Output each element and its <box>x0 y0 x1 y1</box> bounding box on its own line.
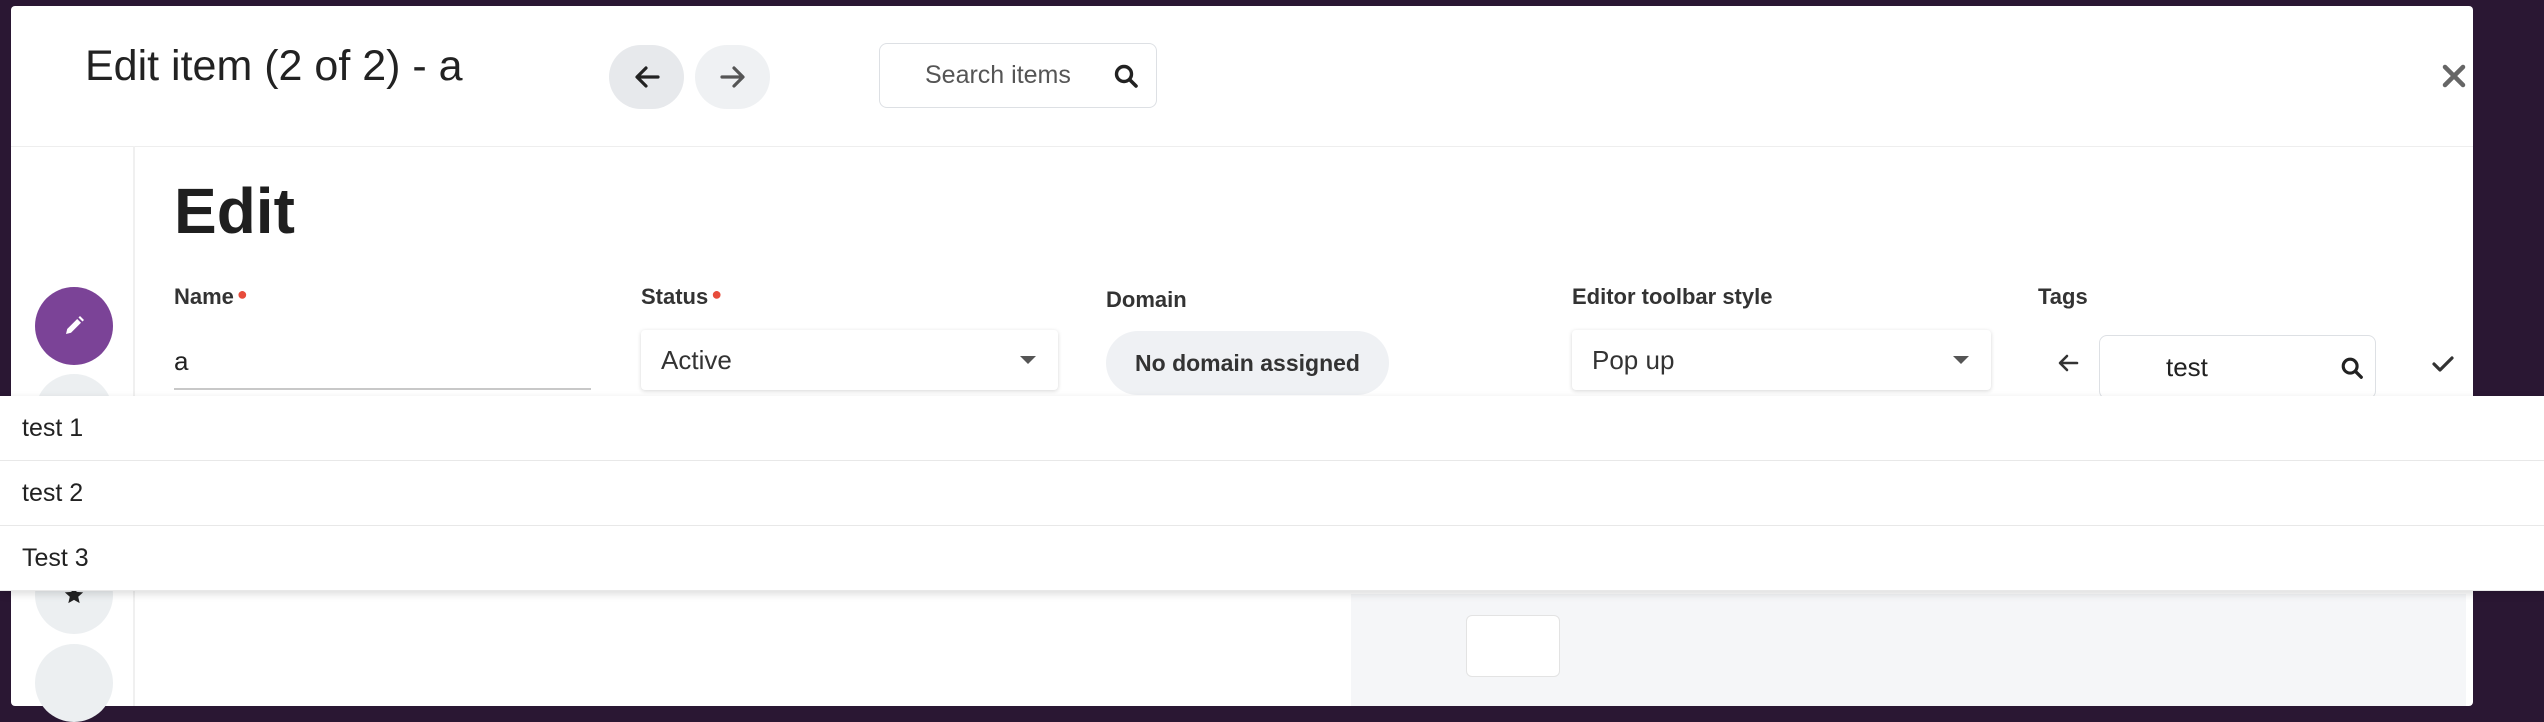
edit-tab-button[interactable] <box>35 287 113 365</box>
caret-down-icon <box>1020 356 1036 364</box>
tags-search-box <box>2099 335 2376 399</box>
search-icon[interactable] <box>2340 356 2364 380</box>
tag-suggestion-option[interactable]: Test 3 <box>0 526 2544 591</box>
status-selected-value: Active <box>661 345 732 375</box>
status-label-text: Status <box>641 284 709 309</box>
toolbar-style-select[interactable]: Pop up <box>1572 330 1991 390</box>
domain-button[interactable]: No domain assigned <box>1106 331 1389 395</box>
content-card <box>1466 615 1560 677</box>
checkmark-icon[interactable] <box>2431 354 2455 374</box>
edit-item-modal: Edit item (2 of 2) - a Search items Edit… <box>11 6 2473 722</box>
modal-title: Edit item (2 of 2) - a <box>85 42 463 90</box>
section-title: Edit <box>174 175 295 247</box>
search-items-box <box>879 43 1157 108</box>
modal-header: Edit item (2 of 2) - a <box>11 6 2473 147</box>
search-items-input[interactable] <box>880 44 1110 107</box>
required-marker: ● <box>236 284 248 304</box>
toolbar-style-selected-value: Pop up <box>1592 345 1675 375</box>
name-input[interactable] <box>174 334 591 390</box>
arrow-left-icon[interactable] <box>2057 353 2079 373</box>
rail-button[interactable] <box>35 644 113 722</box>
arrow-right-icon <box>719 66 745 88</box>
required-marker: ● <box>711 284 723 304</box>
name-label: Name ● <box>174 284 248 310</box>
status-select[interactable]: Active <box>641 330 1058 390</box>
previous-item-button[interactable] <box>609 45 684 109</box>
tags-search-input[interactable] <box>2100 336 2340 398</box>
name-label-text: Name <box>174 284 234 309</box>
tag-suggestion-option[interactable]: test 2 <box>0 461 2544 526</box>
tag-suggestion-option[interactable]: test 1 <box>0 396 2544 461</box>
tag-suggestions-dropdown: test 1 test 2 Test 3 <box>0 396 2544 591</box>
domain-label: Domain <box>1106 287 1187 312</box>
close-icon[interactable] <box>2438 60 2470 92</box>
arrow-left-icon <box>634 66 660 88</box>
toolbar-style-label: Editor toolbar style <box>1572 284 1773 309</box>
next-item-button[interactable] <box>695 45 770 109</box>
search-icon[interactable] <box>1113 63 1139 89</box>
caret-down-icon <box>1953 356 1969 364</box>
status-label: Status ● <box>641 284 722 310</box>
pencil-icon <box>66 316 84 334</box>
tags-label: Tags <box>2038 284 2088 309</box>
